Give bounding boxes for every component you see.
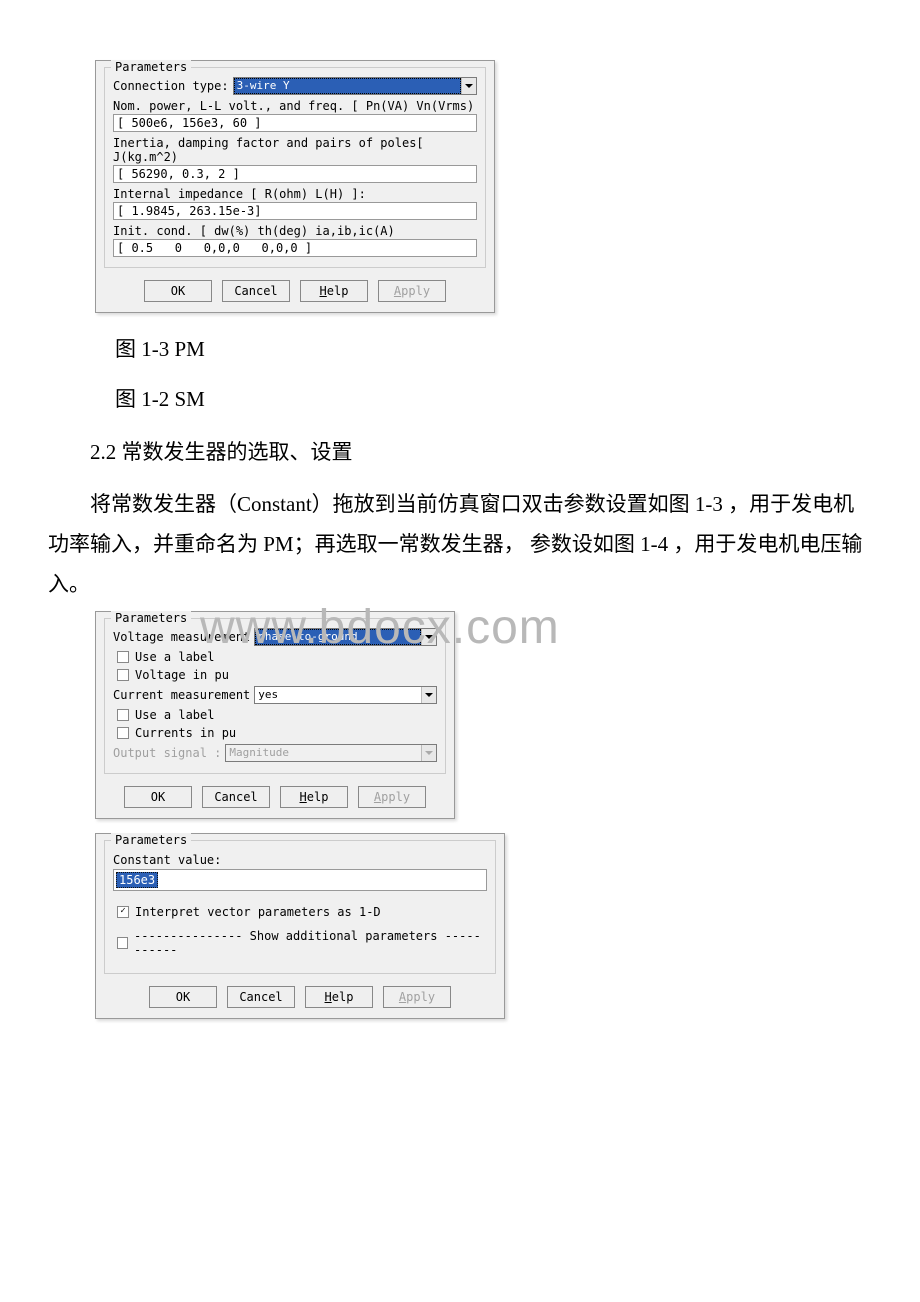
- connection-type-select[interactable]: 3-wire Y: [233, 77, 477, 95]
- use-label-checkbox-2[interactable]: [117, 709, 129, 721]
- current-measurement-label: Current measurement: [113, 688, 250, 702]
- connection-type-value: 3-wire Y: [234, 78, 461, 94]
- use-label-checkbox-1[interactable]: [117, 651, 129, 663]
- constant-value-label: Constant value:: [113, 853, 487, 867]
- figure-caption-1-3: 图 1-3 PM: [115, 333, 880, 363]
- output-signal-label: Output signal :: [113, 746, 221, 760]
- chevron-down-icon[interactable]: [421, 629, 436, 645]
- interpret-vector-checkbox[interactable]: ✓: [117, 906, 129, 918]
- parameters-fieldset-3: Parameters Constant value: 156e3 ✓ Inter…: [104, 840, 496, 974]
- voltage-measurement-value: phase-to-ground: [255, 629, 421, 645]
- chevron-down-icon[interactable]: [461, 78, 476, 94]
- section-heading: 2.2 常数发生器的选取、设置: [40, 433, 880, 473]
- init-cond-input[interactable]: [113, 239, 477, 257]
- apply-button[interactable]: Apply: [383, 986, 451, 1008]
- figure-caption-1-2: 图 1-2 SM: [115, 383, 880, 413]
- voltage-measurement-select[interactable]: phase-to-ground: [254, 628, 437, 646]
- parameters-fieldset: Parameters Connection type: 3-wire Y Nom…: [104, 67, 486, 268]
- parameters-dialog-1: Parameters Connection type: 3-wire Y Nom…: [95, 60, 495, 313]
- help-button[interactable]: Help: [305, 986, 373, 1008]
- parameters-fieldset-2: Parameters Voltage measurement phase-to-…: [104, 618, 446, 774]
- button-row: OK Cancel Help Apply: [96, 272, 494, 312]
- parameters-legend-3: Parameters: [111, 833, 191, 847]
- help-button[interactable]: Help: [300, 280, 368, 302]
- inertia-input[interactable]: [113, 165, 477, 183]
- currents-in-pu-checkbox[interactable]: [117, 727, 129, 739]
- chevron-down-icon[interactable]: [421, 687, 436, 703]
- nom-power-input[interactable]: [113, 114, 477, 132]
- use-label-text-1: Use a label: [135, 650, 214, 664]
- button-row-3: OK Cancel Help Apply: [96, 978, 504, 1018]
- apply-button[interactable]: Apply: [378, 280, 446, 302]
- output-signal-value: Magnitude: [226, 745, 421, 761]
- voltage-in-pu-checkbox[interactable]: [117, 669, 129, 681]
- parameters-dialog-3: Parameters Constant value: 156e3 ✓ Inter…: [95, 833, 505, 1019]
- voltage-in-pu-text: Voltage in pu: [135, 668, 229, 682]
- button-row-2: OK Cancel Help Apply: [96, 778, 454, 818]
- currents-in-pu-text: Currents in pu: [135, 726, 236, 740]
- cancel-button[interactable]: Cancel: [202, 786, 270, 808]
- constant-value-input[interactable]: 156e3: [113, 869, 487, 891]
- voltage-measurement-label: Voltage measurement: [113, 630, 250, 644]
- current-measurement-select[interactable]: yes: [254, 686, 437, 704]
- impedance-label: Internal impedance [ R(ohm) L(H) ]:: [113, 187, 477, 201]
- constant-value-text: 156e3: [116, 872, 158, 888]
- apply-button[interactable]: Apply: [358, 786, 426, 808]
- parameters-legend-2: Parameters: [111, 611, 191, 625]
- interpret-vector-text: Interpret vector parameters as 1-D: [135, 905, 381, 919]
- use-label-text-2: Use a label: [135, 708, 214, 722]
- ok-button[interactable]: OK: [144, 280, 212, 302]
- connection-type-label: Connection type:: [113, 79, 229, 93]
- show-additional-checkbox[interactable]: [117, 937, 128, 949]
- parameters-legend: Parameters: [111, 60, 191, 74]
- output-signal-select: Magnitude: [225, 744, 437, 762]
- show-additional-text: --------------- Show additional paramete…: [134, 929, 487, 957]
- cancel-button[interactable]: Cancel: [227, 986, 295, 1008]
- cancel-button[interactable]: Cancel: [222, 280, 290, 302]
- ok-button[interactable]: OK: [124, 786, 192, 808]
- parameters-dialog-2: Parameters Voltage measurement phase-to-…: [95, 611, 455, 819]
- help-button[interactable]: Help: [280, 786, 348, 808]
- nom-power-label: Nom. power, L-L volt., and freq. [ Pn(VA…: [113, 99, 477, 113]
- ok-button[interactable]: OK: [149, 986, 217, 1008]
- chevron-down-icon: [421, 745, 436, 761]
- current-measurement-value: yes: [255, 687, 421, 703]
- impedance-input[interactable]: [113, 202, 477, 220]
- paragraph-1: 将常数发生器（Constant）拖放到当前仿真窗口双击参数设置如图 1-3 ，用…: [40, 485, 880, 605]
- inertia-label: Inertia, damping factor and pairs of pol…: [113, 136, 477, 164]
- init-cond-label: Init. cond. [ dw(%) th(deg) ia,ib,ic(A): [113, 224, 477, 238]
